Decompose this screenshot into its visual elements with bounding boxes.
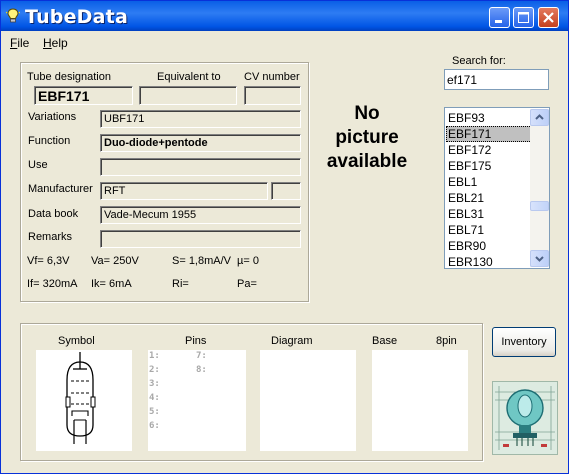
menu-help-label: elp	[51, 36, 68, 50]
close-button[interactable]	[538, 7, 559, 28]
menu-file-label: ile	[17, 36, 30, 50]
pins-panel: 1: 2: 3: 4: 5: 6: 7: 8:	[148, 350, 246, 451]
param-mu: µ= 0	[237, 255, 259, 267]
list-item[interactable]: EBL31	[446, 206, 532, 222]
no-picture-line-3: available	[326, 151, 408, 172]
scroll-thumb[interactable]	[530, 201, 549, 211]
menu-file[interactable]: File	[10, 36, 29, 50]
list-item[interactable]: EBR130	[446, 254, 532, 270]
param-va: Va= 250V	[91, 255, 139, 267]
list-item[interactable]: EBL71	[446, 222, 532, 238]
param-vf: Vf= 6,3V	[27, 255, 70, 267]
base-type-label: 8pin	[436, 335, 457, 347]
list-item[interactable]: EBF175	[446, 158, 532, 174]
cv-number-label: CV number	[244, 71, 300, 83]
variations-label: Variations	[28, 111, 77, 123]
pin-2: 2:	[149, 365, 160, 375]
manufacturer-field[interactable]: RFT	[100, 182, 268, 200]
pin-1: 1:	[149, 351, 160, 361]
function-label: Function	[28, 135, 71, 147]
cv-number-field[interactable]	[244, 86, 301, 105]
menu-help[interactable]: Help	[43, 36, 68, 50]
no-picture-placeholder: No picture available	[319, 102, 415, 174]
minimize-icon	[495, 20, 502, 23]
list-scrollbar[interactable]	[530, 109, 549, 267]
lightbulb-icon	[5, 8, 21, 24]
menu-help-accel: H	[43, 36, 52, 50]
inventory-button[interactable]: Inventory	[492, 327, 556, 357]
base-label: Base	[372, 335, 398, 347]
tube-logo-image	[493, 382, 557, 454]
title-bar[interactable]: TubeData	[1, 1, 568, 31]
pin-7: 7:	[196, 351, 207, 361]
pin-4: 4:	[149, 393, 160, 403]
tube-designation-label: Tube designation	[27, 71, 111, 83]
param-s: S= 1,8mA/V	[172, 255, 232, 267]
list-item[interactable]: EBF172	[446, 142, 532, 158]
tube-designation-field[interactable]: EBF171	[34, 86, 133, 105]
list-item[interactable]: EBL1	[446, 174, 532, 190]
no-picture-line-1: No	[354, 103, 380, 124]
diagram-panel	[260, 350, 356, 451]
manufacturer-label: Manufacturer	[28, 183, 93, 195]
tube-symbol-icon	[65, 352, 96, 444]
equivalent-to-label: Equivalent to	[157, 71, 221, 83]
minimize-button[interactable]	[489, 7, 510, 28]
remarks-field[interactable]	[100, 230, 301, 248]
param-if: If= 320mA	[27, 278, 78, 290]
symbol-panel	[36, 350, 132, 451]
param-ik: Ik= 6mA	[91, 278, 132, 290]
base-panel	[372, 350, 468, 451]
param-pa: Pa=	[237, 278, 257, 290]
close-icon	[543, 12, 554, 23]
pin-8: 8:	[196, 365, 207, 375]
tube-logo-icon	[492, 381, 558, 455]
scroll-up-button[interactable]	[530, 109, 549, 126]
scroll-down-button[interactable]	[530, 250, 549, 267]
function-field[interactable]: Duo-diode+pentode	[100, 134, 301, 152]
pin-5: 5:	[149, 407, 160, 417]
manufacturer-extra-field[interactable]	[271, 182, 301, 200]
remarks-label: Remarks	[28, 231, 73, 243]
no-picture-line-2: picture	[335, 127, 399, 148]
search-input[interactable]: ef171	[444, 69, 549, 90]
maximize-icon	[518, 12, 529, 23]
chevron-down-icon	[535, 256, 544, 262]
menu-bar: File Help	[1, 31, 568, 53]
diagram-label: Diagram	[271, 335, 313, 347]
equivalent-to-field[interactable]	[139, 86, 237, 105]
window-title: TubeData	[25, 6, 128, 28]
use-label: Use	[28, 159, 48, 171]
search-label: Search for:	[452, 55, 506, 67]
tube-listbox[interactable]: EBF93 EBF171 EBF172 EBF175 EBL1 EBL21 EB…	[444, 107, 550, 269]
list-item[interactable]: EBF93	[446, 110, 532, 126]
data-book-label: Data book	[28, 208, 79, 220]
chevron-up-icon	[535, 114, 544, 120]
pins-label: Pins	[185, 335, 207, 347]
list-item[interactable]: EBR90	[446, 238, 532, 254]
data-book-field[interactable]: Vade-Mecum 1955	[100, 206, 301, 224]
param-ri: Ri=	[172, 278, 189, 290]
variations-field[interactable]: UBF171	[100, 110, 301, 128]
list-item-selected[interactable]: EBF171	[446, 126, 532, 142]
list-item[interactable]: EBL21	[446, 190, 532, 206]
tubedata-window: TubeData File Help Tube designation Equi…	[0, 0, 569, 474]
use-field[interactable]	[100, 158, 301, 176]
pin-3: 3:	[149, 379, 160, 389]
symbol-label: Symbol	[58, 335, 95, 347]
pin-6: 6:	[149, 421, 160, 431]
maximize-button[interactable]	[513, 7, 534, 28]
